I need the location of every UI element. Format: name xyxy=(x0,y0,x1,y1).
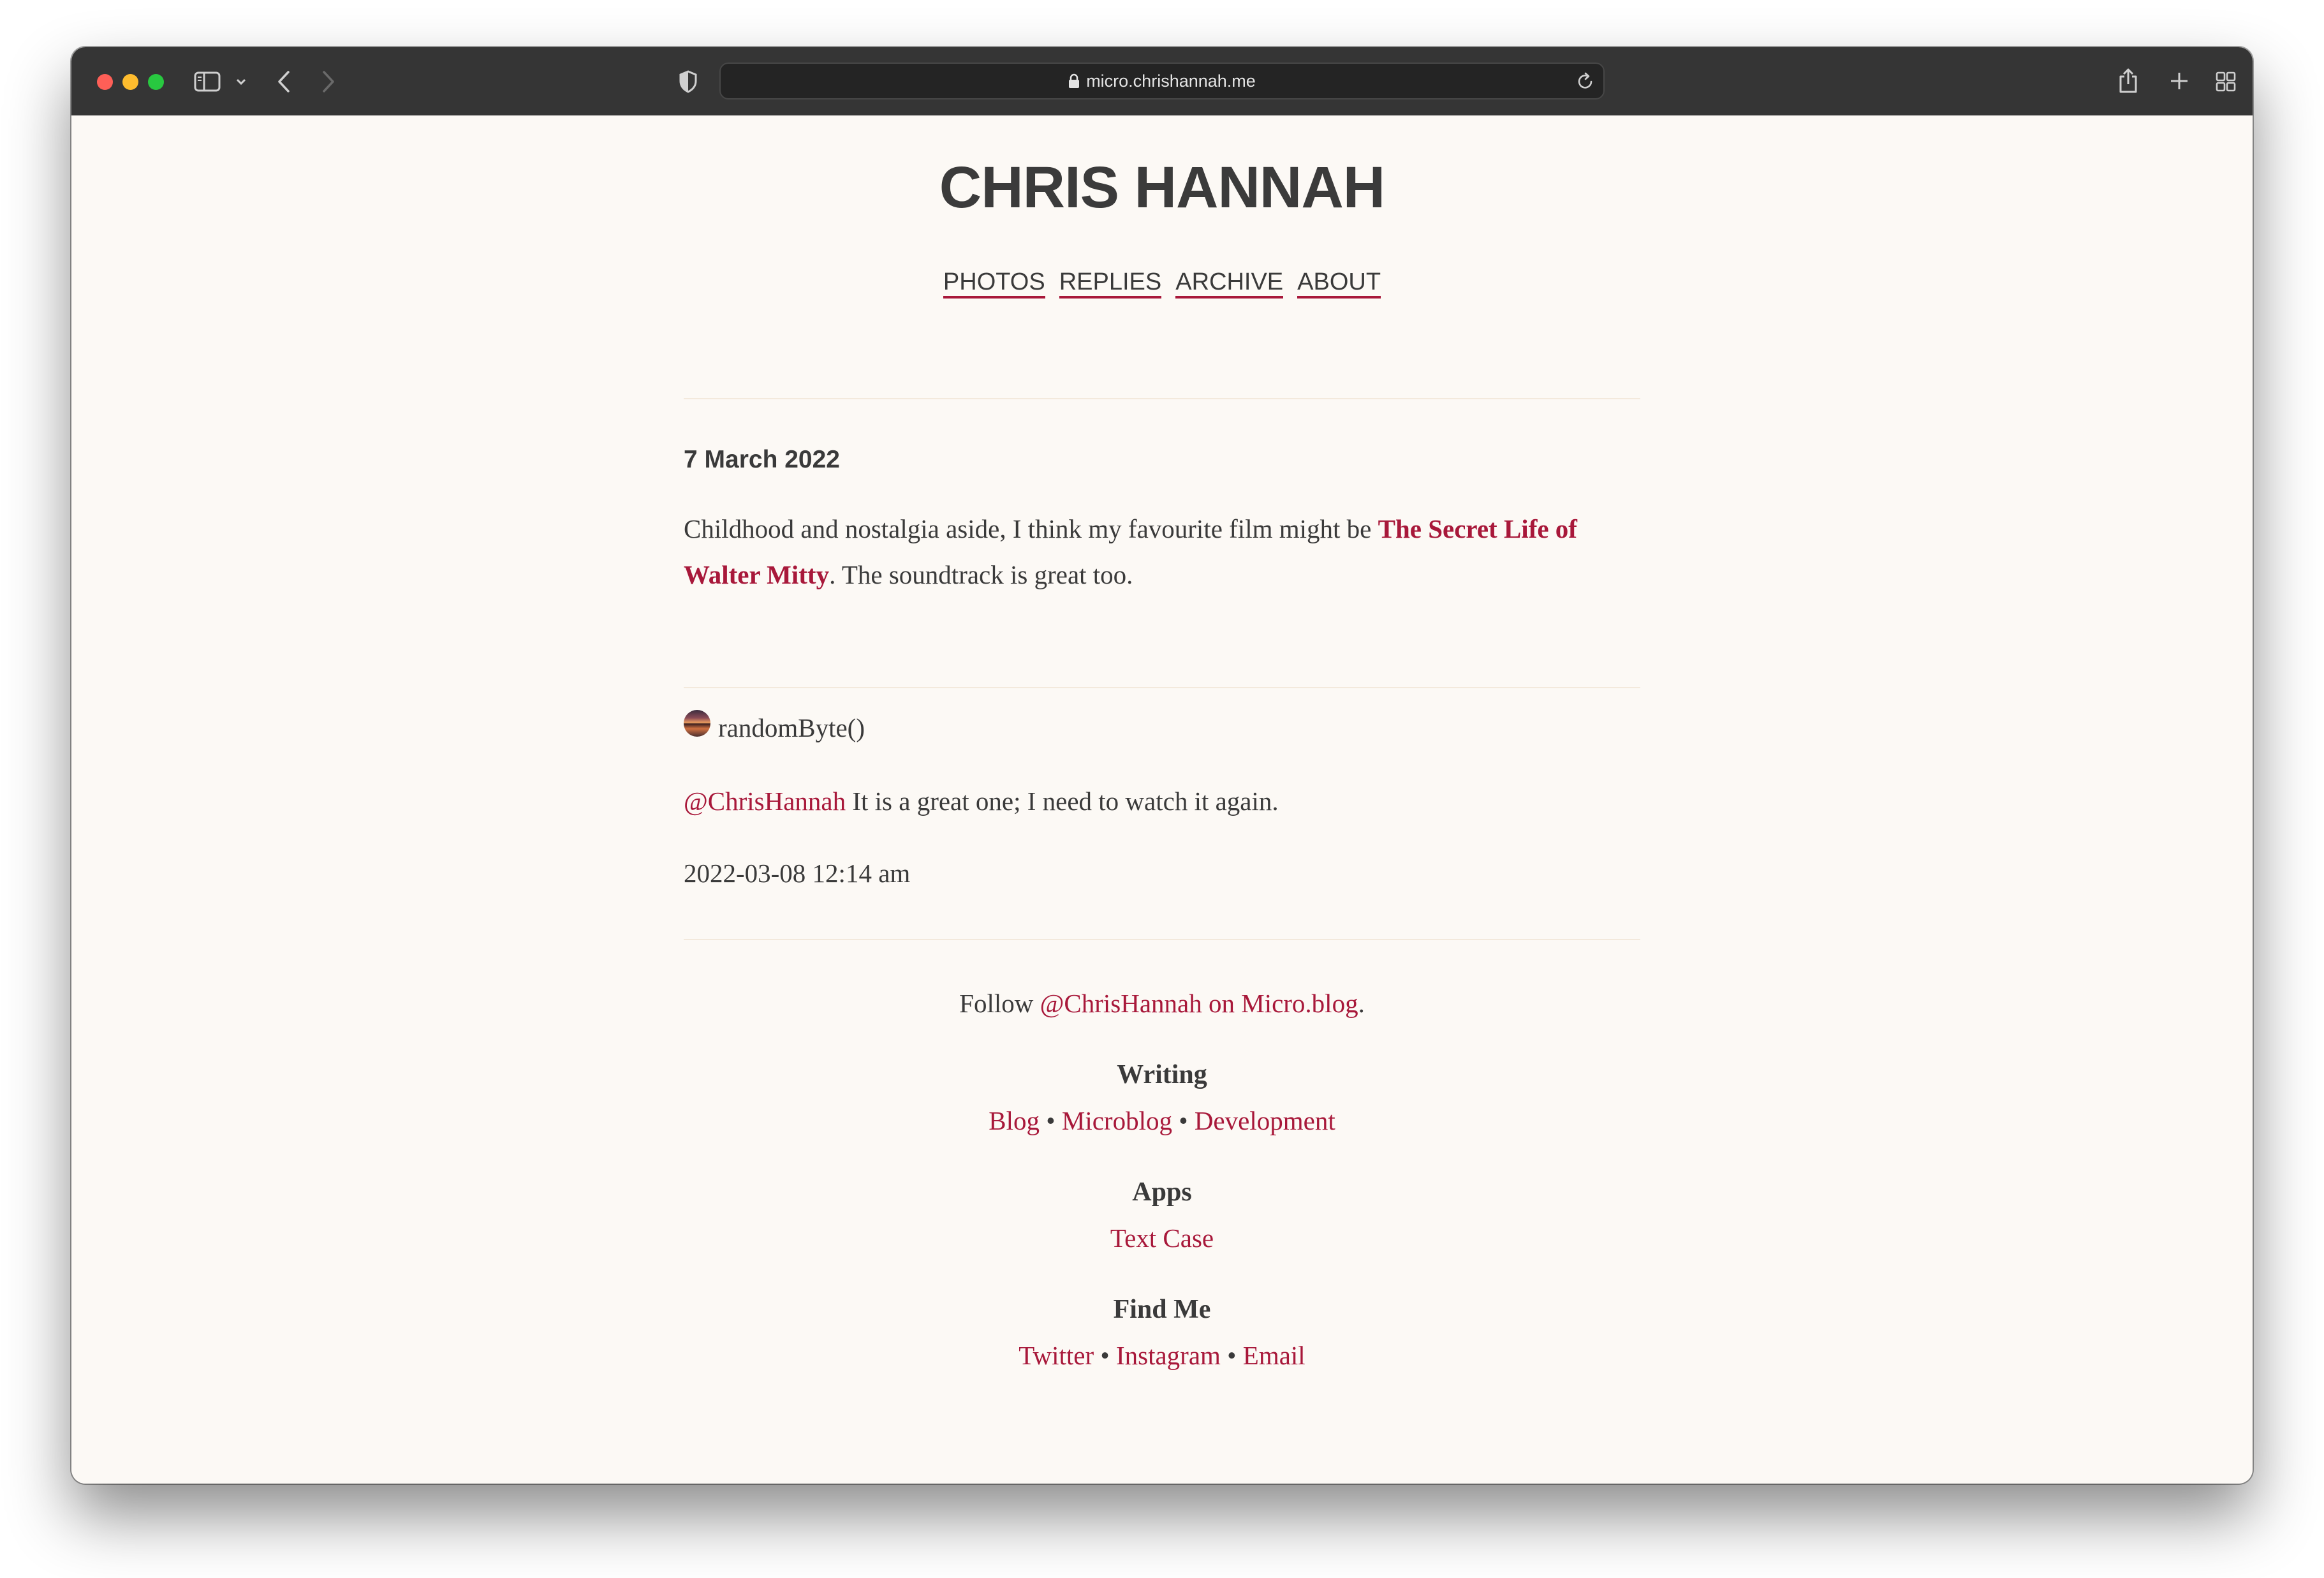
privacy-shield-icon[interactable] xyxy=(679,70,698,93)
footer-link-instagram[interactable]: Instagram xyxy=(1116,1341,1221,1370)
follow-suffix: . xyxy=(1358,989,1365,1018)
reload-icon[interactable] xyxy=(1577,71,1594,91)
separator: • xyxy=(1220,1341,1243,1370)
new-tab-icon[interactable] xyxy=(2170,71,2189,91)
follow-prefix: Follow xyxy=(959,989,1040,1018)
sidebar-icon[interactable] xyxy=(194,71,221,92)
chevron-down-icon[interactable] xyxy=(236,78,246,85)
site-title[interactable]: CHRIS HANNAH xyxy=(71,152,2253,223)
address-bar[interactable]: micro.chrishannah.me xyxy=(719,63,1605,100)
footer-apps-links: Text Case xyxy=(71,1219,2253,1257)
footer-heading-find-me: Find Me xyxy=(1113,1295,1211,1324)
share-icon[interactable] xyxy=(2117,68,2139,94)
post-date[interactable]: 7 March 2022 xyxy=(684,444,1640,476)
post-body: Childhood and nostalgia aside, I think m… xyxy=(684,506,1628,598)
back-icon[interactable] xyxy=(277,70,291,93)
footer-link-email[interactable]: Email xyxy=(1243,1341,1305,1370)
lock-icon xyxy=(1068,73,1080,89)
footer-link-twitter[interactable]: Twitter xyxy=(1019,1341,1094,1370)
nav-archive[interactable]: ARCHIVE xyxy=(1175,269,1284,299)
footer-find-me-links: Twitter • Instagram • Email xyxy=(71,1336,2253,1375)
web-page: CHRIS HANNAH PHOTOS REPLIES ARCHIVE ABOUT 7… xyxy=(71,115,2253,1484)
footer-link-text-case[interactable]: Text Case xyxy=(1110,1223,1214,1253)
separator: • xyxy=(1040,1106,1062,1135)
close-window-button[interactable] xyxy=(97,74,113,90)
zoom-window-button[interactable] xyxy=(148,74,164,90)
footer-heading-apps: Apps xyxy=(1132,1177,1192,1207)
post-text-end: . The soundtrack is great too. xyxy=(829,560,1133,589)
follow-link[interactable]: @ChrisHannah on Micro.blog xyxy=(1040,989,1358,1018)
browser-window: micro.chrishannah.me CHRIS HANNAH PHOTOS… xyxy=(71,47,2253,1484)
reply-author[interactable]: randomByte() xyxy=(684,709,1640,747)
footer-link-development[interactable]: Development xyxy=(1195,1106,1335,1135)
site-nav: PHOTOS REPLIES ARCHIVE ABOUT xyxy=(71,266,2253,299)
reply-author-name[interactable]: randomByte() xyxy=(718,709,865,747)
browser-toolbar: micro.chrishannah.me xyxy=(71,47,2253,117)
mention-link[interactable]: @ChrisHannah xyxy=(684,786,846,816)
avatar[interactable] xyxy=(684,710,710,737)
footer-writing-links: Blog • Microblog • Development xyxy=(71,1102,2253,1140)
footer-link-blog[interactable]: Blog xyxy=(989,1106,1040,1135)
divider xyxy=(684,939,1640,940)
divider xyxy=(684,398,1640,399)
tab-overview-icon[interactable] xyxy=(2216,71,2236,92)
reply-timestamp[interactable]: 2022-03-08 12:14 am xyxy=(684,854,1640,892)
url-text: micro.chrishannah.me xyxy=(1086,71,1256,91)
footer-heading-writing: Writing xyxy=(1117,1060,1207,1089)
nav-about[interactable]: ABOUT xyxy=(1297,269,1381,299)
minimize-window-button[interactable] xyxy=(122,74,138,90)
footer-link-microblog[interactable]: Microblog xyxy=(1062,1106,1172,1135)
nav-photos[interactable]: PHOTOS xyxy=(943,269,1045,299)
reply-body: It is a great one; I need to watch it ag… xyxy=(846,786,1279,816)
follow-line: Follow @ChrisHannah on Micro.blog. xyxy=(71,984,2253,1022)
reply-text: @ChrisHannah It is a great one; I need t… xyxy=(684,782,1640,820)
separator: • xyxy=(1094,1341,1116,1370)
divider xyxy=(684,687,1640,688)
separator: • xyxy=(1172,1106,1195,1135)
nav-replies[interactable]: REPLIES xyxy=(1059,269,1162,299)
forward-icon[interactable] xyxy=(321,70,335,93)
post-text: Childhood and nostalgia aside, I think m… xyxy=(684,514,1378,543)
